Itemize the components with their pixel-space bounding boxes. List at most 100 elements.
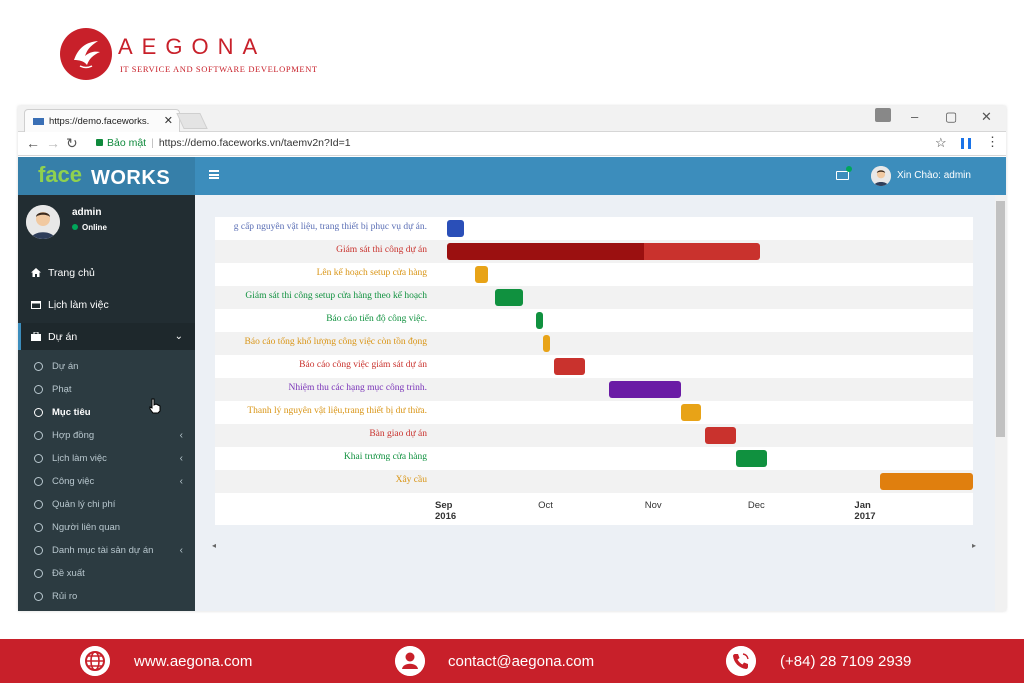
circle-icon bbox=[34, 500, 43, 509]
profile-icon[interactable] bbox=[875, 108, 891, 122]
gantt-task-bar[interactable] bbox=[680, 404, 702, 421]
gantt-row: Báo cáo tổng khổ lượng công việc còn tồn… bbox=[215, 332, 973, 355]
logo-face-text: face bbox=[38, 162, 83, 187]
submenu-item-label: Lịch làm việc bbox=[52, 453, 107, 464]
gantt-task-bar[interactable] bbox=[536, 312, 544, 329]
minimize-icon[interactable]: – bbox=[911, 109, 918, 124]
new-tab-button[interactable] bbox=[176, 113, 208, 129]
reload-icon[interactable]: ↻ bbox=[66, 135, 78, 152]
circle-icon bbox=[34, 454, 43, 463]
gantt-task-bar[interactable] bbox=[704, 427, 736, 444]
gantt-tick-label: Dec bbox=[747, 500, 765, 511]
maximize-icon[interactable]: ▢ bbox=[945, 109, 957, 125]
window-close-icon[interactable]: ✕ bbox=[981, 109, 992, 125]
submenu-item-label: Công việc bbox=[52, 476, 95, 487]
submenu-item[interactable]: Quản lý chi phí bbox=[18, 494, 195, 517]
gantt-task-label: Xây cầu bbox=[395, 475, 427, 485]
submenu-item[interactable]: Lịch làm việc ‹ bbox=[18, 448, 195, 471]
gantt-task-bar[interactable] bbox=[495, 289, 523, 306]
menu-toggle-icon[interactable] bbox=[209, 170, 219, 179]
top-navbar: Xin Chào: admin bbox=[195, 157, 1006, 195]
extension-icon[interactable] bbox=[961, 138, 971, 149]
gantt-tick-label: Jan 2017 bbox=[854, 500, 876, 522]
gantt-task-label: Báo cáo công việc giám sát dự án bbox=[299, 360, 427, 370]
forward-icon[interactable]: → bbox=[46, 135, 60, 151]
secure-label: Bảo mật bbox=[107, 137, 147, 149]
home-icon bbox=[31, 268, 41, 277]
sidebar-item-home[interactable]: Trang chủ bbox=[18, 259, 195, 287]
submenu-item-label: Dự án bbox=[52, 361, 79, 372]
browser-tab[interactable]: https://demo.faceworks. ✕ bbox=[24, 109, 180, 132]
browser-window: https://demo.faceworks. ✕ – ▢ ✕ ← → ↻ Bả… bbox=[18, 106, 1006, 611]
gantt-task-label: Thanh lý nguyên vật liệu,trang thiết bị … bbox=[247, 406, 427, 416]
logo-works-text: WORKS bbox=[91, 167, 171, 189]
submenu-item-label: Hợp đồng bbox=[52, 430, 95, 441]
gantt-task-bar[interactable] bbox=[553, 358, 585, 375]
tab-title: https://demo.faceworks. bbox=[49, 116, 150, 127]
hand-cursor-icon bbox=[149, 398, 161, 414]
submenu-item[interactable]: Mục tiêu bbox=[18, 402, 195, 425]
globe-icon bbox=[80, 646, 110, 676]
back-icon[interactable]: ← bbox=[26, 135, 40, 151]
gantt-task-bar[interactable] bbox=[543, 335, 551, 352]
sidebar-item-label: Dự án bbox=[48, 331, 78, 343]
browser-menu-icon[interactable]: ⋮ bbox=[986, 134, 999, 150]
submenu-item[interactable]: Danh mục tài sản dự án ‹ bbox=[18, 540, 195, 563]
sidebar: face WORKS admin Online Trang chủ Lịch l… bbox=[18, 157, 195, 611]
scroll-right-icon[interactable]: ▸ bbox=[972, 541, 976, 550]
gantt-task-label: Giám sát thi công setup cửa hàng theo kế… bbox=[245, 291, 427, 301]
address-bar: ← → ↻ Bảo mật | https://demo.faceworks.vn/… bbox=[18, 132, 1006, 156]
submenu-item-label: Quản lý chi phí bbox=[52, 499, 116, 510]
submenu-item[interactable]: Đề xuất bbox=[18, 563, 195, 586]
user-name: admin bbox=[72, 207, 102, 218]
gantt-row: Giám sát thi công setup cửa hàng theo kế… bbox=[215, 286, 973, 309]
gantt-task-bar[interactable] bbox=[880, 473, 973, 490]
gantt-task-label: Báo cáo tiến độ công việc. bbox=[326, 314, 427, 324]
scrollbar-thumb[interactable] bbox=[996, 201, 1005, 437]
sidebar-item-schedule[interactable]: Lịch làm việc bbox=[18, 291, 195, 319]
gantt-row: Bàn giao dự án bbox=[215, 424, 973, 447]
email-text: contact@aegona.com bbox=[448, 653, 595, 670]
vertical-scrollbar[interactable] bbox=[995, 195, 1006, 611]
gantt-task-bar[interactable] bbox=[735, 450, 767, 467]
user-greeting[interactable]: Xin Chào: admin bbox=[897, 170, 971, 181]
circle-icon bbox=[34, 385, 43, 394]
submenu-item[interactable]: Rủi ro bbox=[18, 586, 195, 609]
gantt-task-bar[interactable] bbox=[474, 266, 489, 283]
gantt-task-bar[interactable] bbox=[447, 243, 760, 260]
submenu-item[interactable]: Công việc ‹ bbox=[18, 471, 195, 494]
calendar-icon bbox=[31, 301, 41, 309]
gantt-task-bar[interactable] bbox=[608, 381, 681, 398]
url-input[interactable]: Bảo mật | https://demo.faceworks.vn/taemv2… bbox=[88, 134, 932, 153]
submenu-item[interactable]: Người liên quan bbox=[18, 517, 195, 540]
submenu-item[interactable]: Dự án bbox=[18, 356, 195, 379]
submenu-item-label: Mục tiêu bbox=[52, 407, 91, 418]
submenu-item[interactable]: Hợp đồng ‹ bbox=[18, 425, 195, 448]
lock-icon bbox=[96, 139, 103, 146]
app-shell: face WORKS admin Online Trang chủ Lịch l… bbox=[18, 157, 1006, 611]
chevron-left-icon: ‹ bbox=[179, 453, 183, 464]
phone-text: (+84) 28 7109 2939 bbox=[780, 653, 912, 670]
gantt-row: Xây cầu bbox=[215, 470, 973, 493]
online-dot-icon bbox=[72, 224, 78, 230]
navbar-avatar[interactable] bbox=[871, 166, 891, 186]
phone-icon bbox=[726, 646, 756, 676]
gantt-row: Lên kế hoạch setup cửa hàng bbox=[215, 263, 973, 286]
brand-header: AEGONA IT SERVICE AND SOFTWARE DEVELOPME… bbox=[60, 28, 360, 80]
url-text: https://demo.faceworks.vn/taemv2n?Id=1 bbox=[158, 137, 351, 149]
submenu-item[interactable]: Phạt bbox=[18, 379, 195, 402]
chevron-down-icon: ⌄ bbox=[174, 331, 183, 342]
submenu-item-label: Người liên quan bbox=[52, 522, 121, 533]
close-tab-icon[interactable]: ✕ bbox=[164, 114, 173, 127]
user-status: Online bbox=[72, 223, 107, 232]
gantt-task-bar[interactable] bbox=[447, 220, 465, 237]
mail-icon[interactable] bbox=[836, 171, 849, 180]
scroll-left-icon[interactable]: ◂ bbox=[212, 541, 216, 550]
sidebar-item-label: Trang chủ bbox=[48, 267, 95, 279]
sidebar-item-projects[interactable]: Dự án ⌄ bbox=[18, 323, 195, 351]
chevron-left-icon: ‹ bbox=[179, 476, 183, 487]
bookmark-star-icon[interactable]: ☆ bbox=[935, 135, 947, 151]
briefcase-icon bbox=[31, 332, 41, 341]
app-logo[interactable]: face WORKS bbox=[18, 157, 195, 195]
gantt-task-label: Lên kế hoạch setup cửa hàng bbox=[316, 268, 427, 278]
